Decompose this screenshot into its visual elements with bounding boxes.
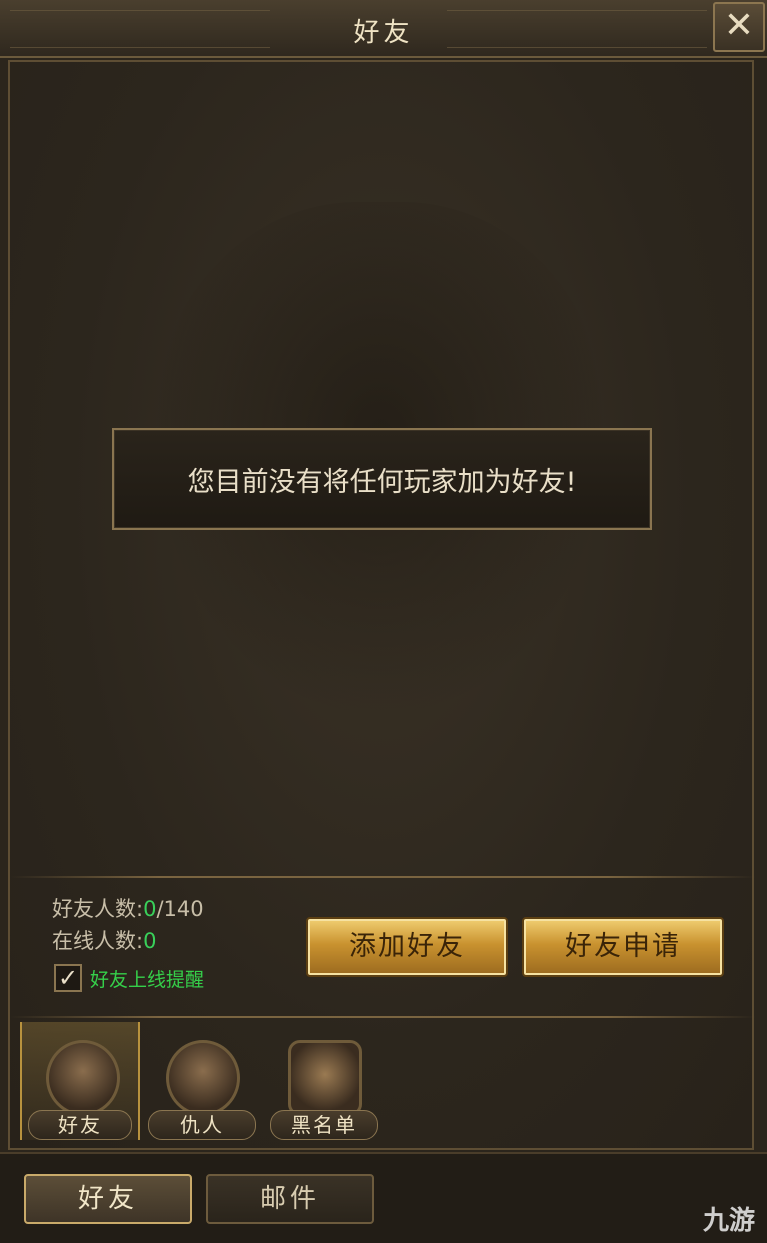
add-friend-button[interactable]: 添加好友 — [306, 917, 508, 977]
bottom-tab-bar: 好友 邮件 九游 — [0, 1152, 767, 1243]
empty-list-message: 您目前没有将任何玩家加为好友! — [112, 428, 652, 530]
category-friends-label: 好友 — [28, 1110, 132, 1140]
online-count-label: 在线人数: — [52, 929, 144, 953]
enemies-portrait-icon — [166, 1040, 240, 1116]
category-enemies-label: 仇人 — [148, 1110, 256, 1140]
online-count-value: 0 — [143, 929, 157, 953]
online-count-row: 在线人数:0 — [52, 925, 204, 957]
online-reminder-checkbox[interactable]: ✓ — [54, 964, 82, 992]
friend-count-total: /140 — [156, 897, 204, 921]
friend-count-row: 好友人数:0/140 — [52, 893, 204, 925]
title-bar: 好友 ✕ — [0, 0, 767, 58]
category-enemies[interactable]: 仇人 — [142, 1022, 262, 1140]
friends-portrait-icon — [46, 1040, 120, 1116]
watermark-logo: 九游 — [702, 1206, 755, 1236]
checkmark-icon: ✓ — [57, 964, 79, 992]
blacklist-book-icon — [288, 1040, 362, 1116]
empty-list-text: 您目前没有将任何玩家加为好友! — [187, 466, 577, 498]
tab-mail[interactable]: 邮件 — [206, 1174, 374, 1224]
category-friends[interactable]: 好友 — [20, 1022, 140, 1140]
friends-window: 好友 ✕ 您目前没有将任何玩家加为好友! 好友人数:0/140 在线人数:0 ✓… — [0, 0, 767, 1243]
window-title: 好友 — [353, 18, 414, 48]
category-blacklist[interactable]: 黑名单 — [264, 1022, 384, 1140]
divider-bottom — [10, 1016, 756, 1018]
friend-count-label: 好友人数: — [52, 897, 144, 921]
divider-top — [10, 876, 756, 878]
friend-count-value: 0 — [143, 897, 157, 921]
close-icon: ✕ — [723, 5, 755, 46]
online-reminder-label: 好友上线提醒 — [90, 968, 205, 991]
category-bar: 好友 仇人 黑名单 — [10, 1022, 756, 1146]
friend-stats: 好友人数:0/140 在线人数:0 — [52, 893, 204, 957]
close-button[interactable]: ✕ — [713, 2, 765, 52]
friend-request-button[interactable]: 好友申请 — [522, 917, 724, 977]
online-reminder-row[interactable]: ✓ 好友上线提醒 — [54, 964, 204, 992]
category-blacklist-label: 黑名单 — [270, 1110, 378, 1140]
tab-friends[interactable]: 好友 — [24, 1174, 192, 1224]
